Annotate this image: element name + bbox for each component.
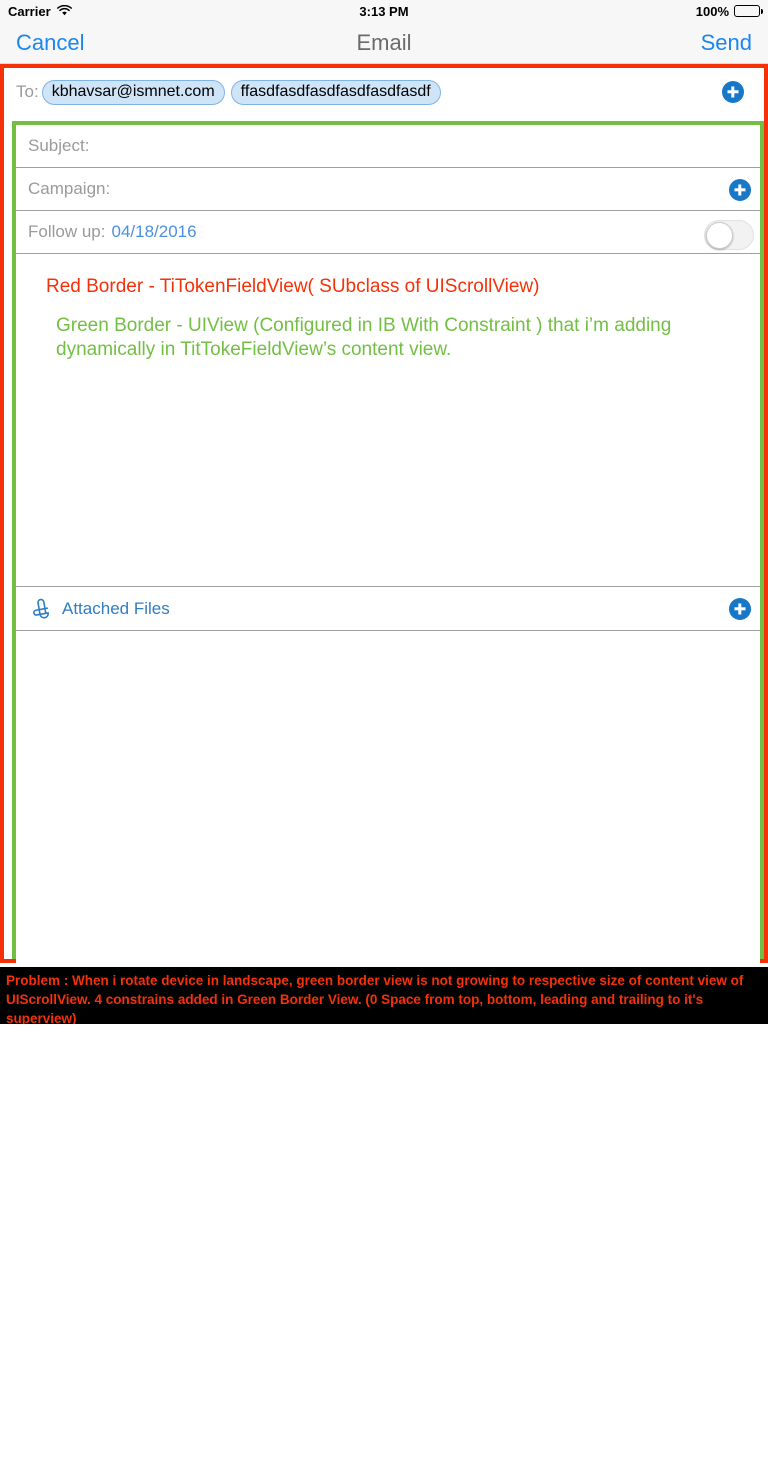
send-button[interactable]: Send	[701, 30, 752, 56]
follow-up-toggle[interactable]	[704, 220, 754, 250]
status-bar-clock: 3:13 PM	[359, 3, 409, 19]
status-bar: Carrier 3:13 PM 100%	[0, 0, 768, 22]
follow-up-field-row[interactable]: Follow up: 04/18/2016	[16, 211, 760, 254]
token-field-view-red-border: To: kbhavsar@ismnet.com ffasdfasdfasdfas…	[0, 64, 768, 1461]
subject-label: Subject:	[28, 136, 90, 155]
add-recipient-icon[interactable]	[722, 81, 744, 103]
campaign-label: Campaign:	[28, 179, 111, 198]
attached-files-label: Attached Files	[62, 598, 170, 618]
message-body-area[interactable]: Red Border - TiTokenFieldView( SUbclass …	[16, 254, 760, 587]
cancel-button[interactable]: Cancel	[16, 30, 84, 56]
subject-field-row[interactable]: Subject:	[16, 125, 760, 168]
follow-up-date[interactable]: 04/18/2016	[111, 222, 196, 242]
dynamic-content-green-border: Subject: Campaign: Follow up: 04/18/2016…	[12, 121, 764, 1461]
attachments-list-area	[16, 631, 760, 1461]
page-title: Email	[356, 29, 412, 55]
toggle-knob	[706, 222, 733, 249]
status-bar-right: 100%	[695, 3, 763, 19]
navigation-bar: Cancel Email Send	[0, 22, 768, 64]
problem-description-note: Problem : When i rotate device in landsc…	[0, 967, 768, 1024]
paperclip-icon	[28, 597, 52, 621]
red-border-annotation: Red Border - TiTokenFieldView( SUbclass …	[46, 276, 540, 297]
campaign-field-row[interactable]: Campaign:	[16, 168, 760, 211]
recipient-token[interactable]: kbhavsar@ismnet.com	[41, 79, 225, 105]
to-label: To:	[16, 82, 39, 101]
battery-icon	[734, 5, 763, 17]
recipient-token[interactable]: ffasdfasdfasdfasdfasdfasdf	[230, 79, 441, 105]
battery-percent-label: 100%	[695, 3, 729, 19]
add-campaign-icon[interactable]	[729, 179, 751, 201]
follow-up-label: Follow up:	[28, 222, 106, 241]
attached-files-row[interactable]: Attached Files	[16, 587, 760, 631]
add-attachment-icon[interactable]	[729, 598, 751, 620]
green-border-annotation: Green Border - UIView (Configured in IB …	[56, 315, 672, 360]
to-field-row[interactable]: To: kbhavsar@ismnet.com ffasdfasdfasdfas…	[4, 68, 764, 116]
